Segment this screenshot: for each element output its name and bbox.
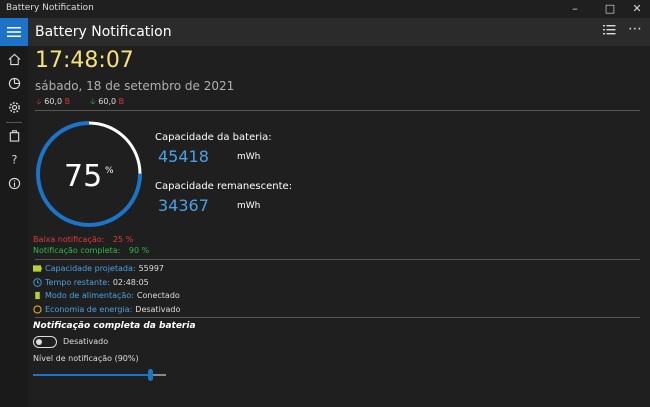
info-label: Modo de alimentação: — [45, 291, 134, 300]
full-battery-section-title: Notificação completa da bateria — [33, 321, 196, 331]
date: sábado, 18 de setembro de 2021 — [35, 79, 235, 93]
info-value: 55997 — [138, 264, 165, 273]
sidebar-item-help[interactable]: ? — [0, 148, 28, 170]
full-notification-toggle[interactable] — [33, 336, 57, 348]
notification-level-slider[interactable] — [33, 369, 166, 381]
notification-level-label: Nível de notificação (90%) — [33, 354, 139, 363]
sidebar-item-store[interactable] — [0, 124, 28, 146]
clock: 17:48:07 — [35, 48, 134, 73]
page-header: Battery Notification ⋯ — [28, 18, 650, 46]
battery-icon — [33, 265, 42, 272]
info-value: Desativado — [135, 305, 181, 314]
info-label: Economia de energia: — [45, 305, 133, 314]
page-title: Battery Notification — [35, 24, 172, 40]
hamburger-menu-button[interactable] — [0, 18, 28, 46]
arrow-down-red-icon: 🡣 — [36, 97, 42, 106]
charge-rate: 🡣 60,0 B — [90, 96, 124, 110]
main-content: 17:48:07 sábado, 18 de setembro de 2021 … — [28, 46, 650, 407]
pie-chart-icon — [8, 77, 20, 89]
toggle-label: Desativado — [63, 337, 109, 346]
svg-text:?: ? — [11, 153, 17, 165]
hamburger-icon — [7, 27, 21, 37]
divider — [35, 259, 640, 260]
bag-icon — [9, 129, 19, 142]
discharge-value: 60,0 — [44, 97, 63, 106]
leaf-icon — [33, 305, 42, 314]
sidebar-item-settings[interactable] — [0, 96, 28, 118]
battery-percent-sign: % — [105, 166, 114, 176]
slider-track-rest — [153, 374, 166, 376]
sidebar: ? — [0, 18, 28, 407]
window-titlebar: Battery Notification – □ ✕ — [0, 0, 650, 18]
full-notification: Notificação completa: 90 % — [33, 246, 149, 255]
battery-capacity-value: 45418 — [158, 147, 209, 166]
window-title: Battery Notification — [6, 3, 94, 13]
more-icon: ⋯ — [628, 21, 642, 37]
close-button[interactable]: ✕ — [622, 0, 650, 18]
home-icon — [8, 53, 20, 65]
full-notification-value: 90 % — [128, 246, 150, 255]
divider — [35, 110, 640, 111]
discharge-unit: B — [64, 97, 71, 106]
charge-value: 60,0 — [98, 97, 117, 106]
plug-icon — [35, 291, 40, 300]
sidebar-item-home[interactable] — [0, 48, 28, 70]
slider-track-filled — [33, 374, 148, 376]
minimize-button[interactable]: – — [560, 0, 590, 18]
battery-capacity-label: Capacidade da bateria: — [155, 132, 272, 143]
discharge-rate: 🡣 60,0 B — [36, 96, 70, 110]
info-value: Conectado — [136, 291, 180, 300]
question-icon: ? — [11, 153, 17, 165]
info-icon — [8, 177, 20, 189]
sidebar-item-about[interactable] — [0, 172, 28, 194]
divider — [35, 317, 640, 318]
maximize-button[interactable]: □ — [595, 0, 625, 18]
remaining-capacity-label: Capacidade remanescente: — [155, 181, 293, 192]
arrow-down-green-icon: 🡣 — [90, 97, 96, 106]
battery-percent: 75 — [64, 159, 103, 194]
clock-icon — [33, 278, 42, 287]
more-options-button[interactable]: ⋯ — [628, 21, 642, 37]
info-label: Capacidade projetada: — [45, 264, 136, 273]
low-notification-value: 25 % — [112, 235, 134, 244]
sidebar-item-chart[interactable] — [0, 72, 28, 94]
charge-unit: B — [118, 97, 125, 106]
info-power-mode: Modo de alimentação: Conectado — [33, 291, 180, 300]
info-value: 02:48:05 — [112, 278, 149, 287]
list-view-button[interactable] — [603, 24, 616, 40]
battery-capacity-unit: mWh — [237, 152, 261, 162]
info-label: Tempo restante: — [45, 278, 110, 287]
list-icon — [603, 25, 616, 35]
slider-thumb[interactable] — [148, 369, 153, 381]
low-notification: Baixa notificação: 25 % — [33, 235, 133, 244]
info-projected-capacity: Capacidade projetada: 55997 — [33, 264, 164, 273]
toggle-knob — [36, 339, 42, 345]
info-energy-saver: Economia de energia: Desativado — [33, 305, 180, 314]
low-notification-label: Baixa notificação: — [33, 235, 105, 244]
gear-icon — [8, 101, 20, 113]
info-time-remaining: Tempo restante: 02:48:05 — [33, 278, 149, 287]
remaining-capacity-unit: mWh — [237, 201, 261, 211]
sidebar-divider — [6, 122, 22, 123]
remaining-capacity-value: 34367 — [158, 196, 209, 215]
full-notification-label: Notificação completa: — [33, 246, 121, 255]
